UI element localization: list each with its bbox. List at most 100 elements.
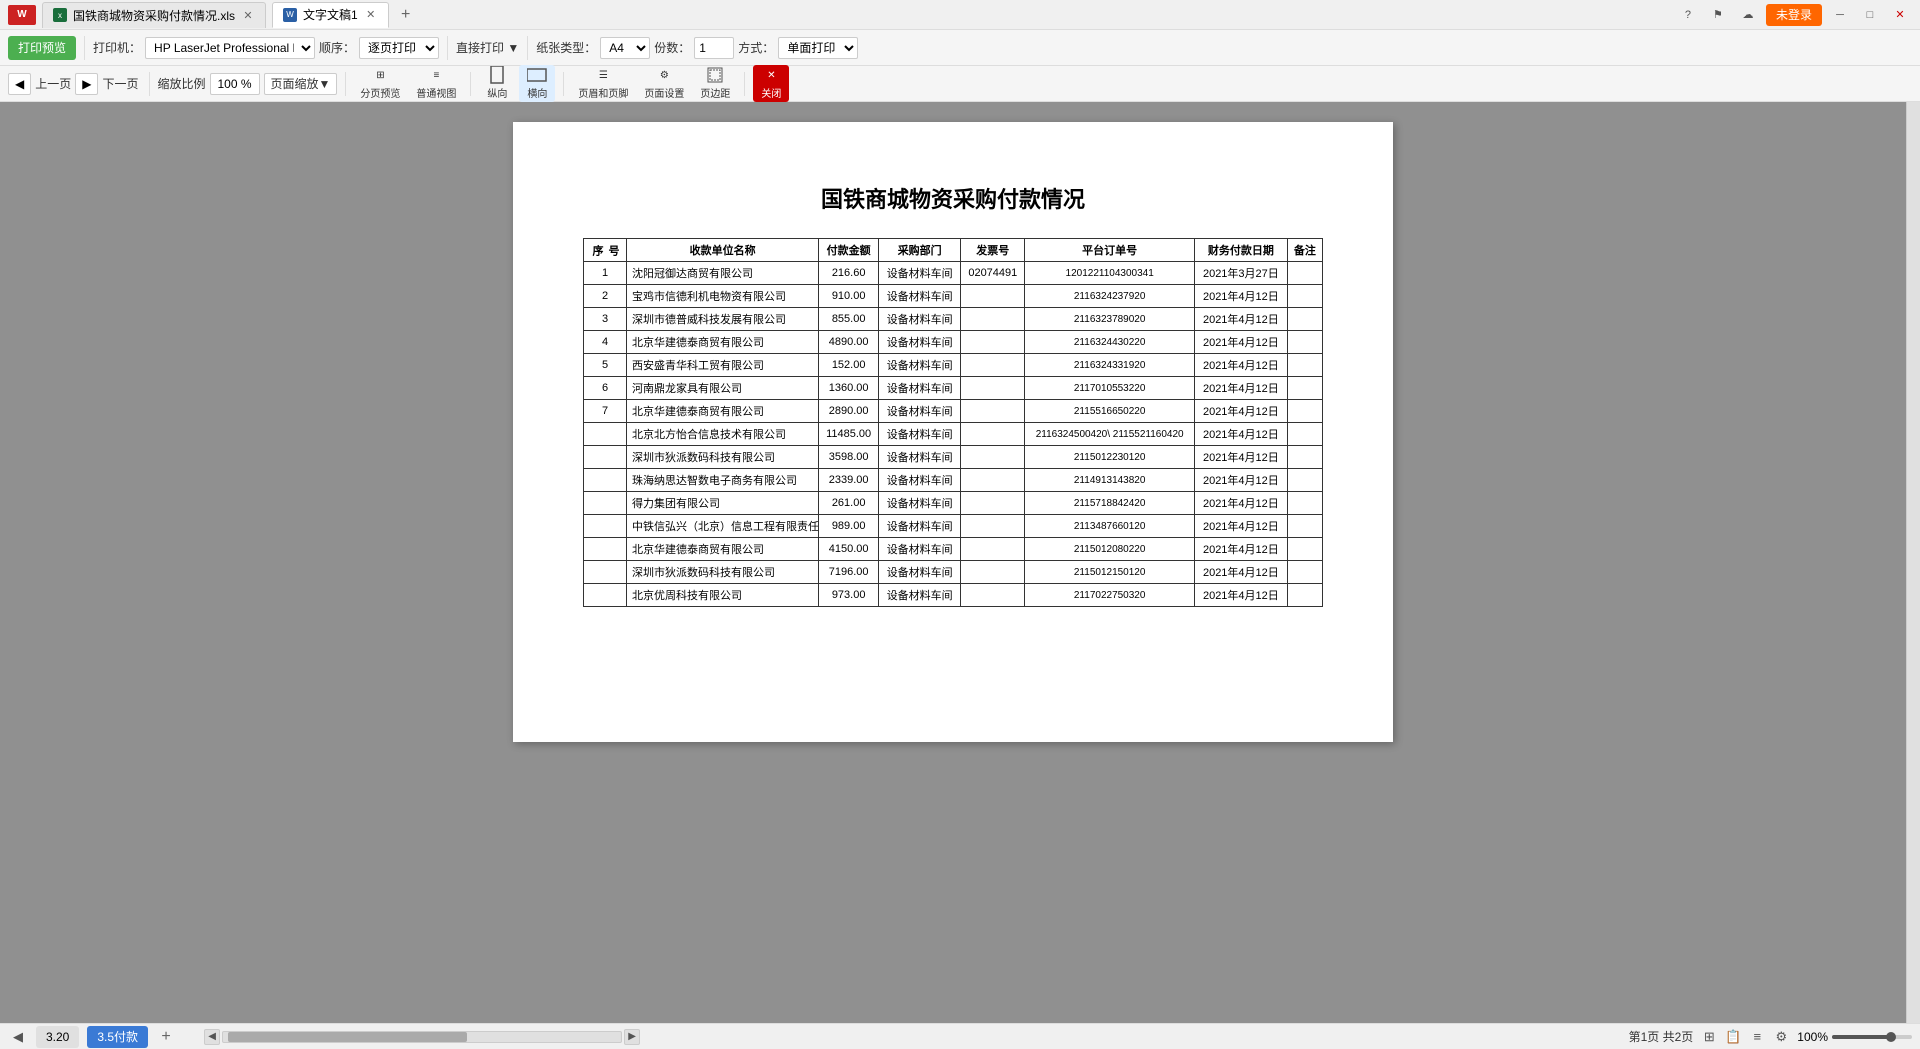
grid-view-icon[interactable]: ⊞	[1699, 1027, 1719, 1047]
separator-4	[149, 72, 150, 96]
cell-dept: 设备材料车间	[879, 331, 961, 354]
cell-note	[1287, 308, 1322, 331]
print-preview-button[interactable]: 打印预览	[8, 36, 76, 60]
nav-left-icon[interactable]: ◀	[8, 1027, 28, 1047]
cell-amount: 2339.00	[819, 469, 879, 492]
cell-company: 沈阳冠御达商贸有限公司	[627, 262, 819, 285]
table-row: 5 西安盛青华科工贸有限公司 152.00 设备材料车间 21163243319…	[584, 354, 1323, 377]
header-footer-button[interactable]: ☰ 页眉和页脚	[572, 65, 634, 102]
cell-note	[1287, 354, 1322, 377]
cloud-icon[interactable]: ☁	[1736, 5, 1760, 25]
zoom-slider[interactable]	[1832, 1035, 1912, 1039]
paper-select[interactable]: A4	[600, 37, 650, 59]
cell-amount: 216.60	[819, 262, 879, 285]
cell-seq	[584, 423, 627, 446]
cell-invoice	[961, 561, 1025, 584]
table-row: 得力集团有限公司 261.00 设备材料车间 2115718842420 202…	[584, 492, 1323, 515]
add-sheet-button[interactable]: +	[156, 1027, 176, 1047]
zoom-slider-thumb	[1886, 1032, 1896, 1042]
printer-select[interactable]: HP LaserJet Professional P1106	[145, 37, 315, 59]
portrait-button[interactable]: 纵向	[479, 65, 515, 102]
cell-dept: 设备材料车间	[879, 262, 961, 285]
table-row: 1 沈阳冠御达商贸有限公司 216.60 设备材料车间 02074491 120…	[584, 262, 1323, 285]
cell-note	[1287, 469, 1322, 492]
cell-seq	[584, 469, 627, 492]
page-area: 国铁商城物资采购付款情况 序号 收款单位名称 付款金额 采购部门 发票号 平台订…	[0, 102, 1906, 1023]
shrink-label[interactable]: 页面缩放▼	[264, 73, 338, 95]
direct-print-label[interactable]: 直接打印 ▼	[456, 39, 519, 56]
cell-dept: 设备材料车间	[879, 400, 961, 423]
tab-doc-close[interactable]: ✕	[364, 8, 378, 22]
cell-note	[1287, 446, 1322, 469]
tab-add-button[interactable]: +	[395, 4, 417, 26]
margins-button[interactable]: 页边距	[694, 65, 736, 102]
header-order: 平台订单号	[1025, 239, 1195, 262]
margins-icon	[705, 67, 725, 83]
scroll-left-button[interactable]: ◀	[204, 1029, 220, 1045]
scroll-track[interactable]	[222, 1031, 622, 1043]
cell-order: 2114913143820	[1025, 469, 1195, 492]
zoom-input[interactable]: 100 %	[210, 73, 260, 95]
scale-label: 缩放比例	[158, 75, 206, 92]
login-button[interactable]: 未登录	[1766, 4, 1822, 26]
feedback-icon[interactable]: ⚑	[1706, 5, 1730, 25]
close-preview-button[interactable]: ✕ 关闭	[753, 65, 789, 102]
view-icons: ⊞ 📋 ≡ ⚙	[1699, 1027, 1791, 1047]
cell-invoice	[961, 354, 1025, 377]
order-select[interactable]: 逐页打印	[359, 37, 439, 59]
copies-label: 份数：	[654, 39, 690, 56]
tab-doc[interactable]: W 文字文稿1 ✕	[272, 2, 389, 28]
settings-icon[interactable]: ⚙	[1771, 1027, 1791, 1047]
maximize-button[interactable]: □	[1858, 5, 1882, 25]
sheet-tab-320[interactable]: 3.20	[36, 1026, 79, 1048]
scroll-right-button[interactable]: ▶	[624, 1029, 640, 1045]
next-page-button[interactable]: ▶	[75, 73, 98, 95]
method-select[interactable]: 单面打印	[778, 37, 858, 59]
cell-invoice	[961, 492, 1025, 515]
split-preview-button[interactable]: ⊞ 分页预览	[354, 65, 406, 102]
excel-tab-icon: x	[53, 8, 67, 22]
cell-dept: 设备材料车间	[879, 584, 961, 607]
cell-date: 2021年4月12日	[1195, 469, 1288, 492]
wps-logo: W	[8, 5, 36, 25]
cell-dept: 设备材料车间	[879, 492, 961, 515]
landscape-label: 横向	[527, 85, 547, 100]
normal-view-button[interactable]: ≡ 普通视图	[410, 65, 462, 102]
portrait-label: 纵向	[487, 85, 507, 100]
order-label: 顺序：	[319, 39, 355, 56]
cell-company: 北京华建德泰商贸有限公司	[627, 331, 819, 354]
cell-date: 2021年4月12日	[1195, 354, 1288, 377]
cell-company: 深圳市狄派数码科技有限公司	[627, 446, 819, 469]
title-bar-right: ? ⚑ ☁ 未登录 ─ □ ✕	[1676, 4, 1912, 26]
prev-page-button[interactable]: ◀	[8, 73, 31, 95]
cell-order: 2116324331920	[1025, 354, 1195, 377]
tab-excel[interactable]: x 国铁商城物资采购付款情况.xls ✕	[42, 2, 266, 28]
page-setup-button[interactable]: ⚙ 页面设置	[638, 65, 690, 102]
doc-tab-icon: W	[283, 8, 297, 22]
status-right: 第1页 共2页 ⊞ 📋 ≡ ⚙ 100%	[1629, 1027, 1912, 1047]
margins-label: 页边距	[700, 85, 730, 100]
cell-seq	[584, 584, 627, 607]
page-view-icon[interactable]: 📋	[1723, 1027, 1743, 1047]
cell-invoice	[961, 285, 1025, 308]
cell-invoice	[961, 538, 1025, 561]
cell-date: 2021年4月12日	[1195, 423, 1288, 446]
help-icon[interactable]: ?	[1676, 5, 1700, 25]
cell-invoice	[961, 584, 1025, 607]
header-invoice: 发票号	[961, 239, 1025, 262]
layout-view-icon[interactable]: ≡	[1747, 1027, 1767, 1047]
prev-page-label: 上一页	[35, 75, 71, 92]
copies-input[interactable]: 1	[694, 37, 734, 59]
cell-dept: 设备材料车间	[879, 423, 961, 446]
cell-date: 2021年3月27日	[1195, 262, 1288, 285]
scrollbar-right[interactable]	[1906, 102, 1920, 1023]
cell-note	[1287, 331, 1322, 354]
tab-excel-close[interactable]: ✕	[241, 8, 255, 22]
close-button[interactable]: ✕	[1888, 5, 1912, 25]
cell-company: 西安盛青华科工贸有限公司	[627, 354, 819, 377]
landscape-icon	[527, 67, 547, 83]
sheet-tab-354[interactable]: 3.5付款	[87, 1026, 148, 1048]
landscape-button[interactable]: 横向	[519, 65, 555, 102]
minimize-button[interactable]: ─	[1828, 5, 1852, 25]
cell-dept: 设备材料车间	[879, 446, 961, 469]
